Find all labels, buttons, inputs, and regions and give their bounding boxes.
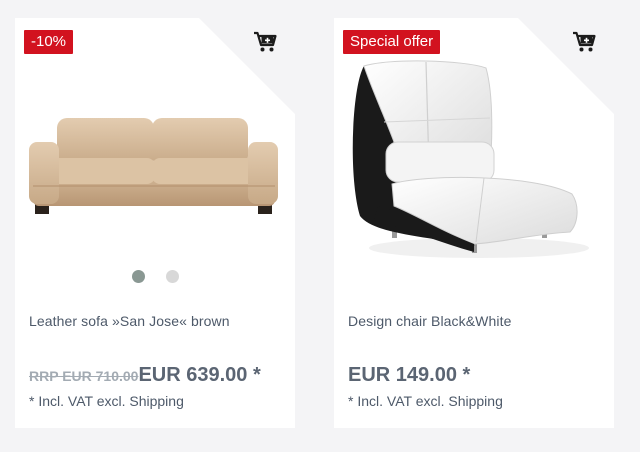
vat-note: * Incl. VAT excl. Shipping [348,393,503,409]
slider-dot-1[interactable] [131,270,145,283]
vat-note: * Incl. VAT excl. Shipping [29,393,184,409]
rrp-price: RRP EUR 710.00 [29,368,139,384]
product-image[interactable] [15,56,295,266]
add-to-cart-icon[interactable] [572,31,596,53]
product-price: EUR 639.00 * [138,364,261,386]
image-slider-dots [15,270,295,283]
product-title[interactable]: Leather sofa »San Jose« brown [29,313,285,329]
price-row: EUR 149.00 * [348,364,614,387]
special-offer-badge: Special offer [343,30,441,54]
discount-badge: -10% [24,30,74,54]
slider-dot-2[interactable] [165,270,179,283]
add-to-cart-icon[interactable] [253,31,277,53]
product-price: EUR 149.00 * [348,364,471,386]
price-row: RRP EUR 710.00 EUR 639.00 * [29,364,295,387]
product-card[interactable]: Special offer Design chair Black&White E… [334,18,614,428]
product-card[interactable]: -10% Leather sofa »San Jose« brown RRP E… [15,18,295,428]
product-title[interactable]: Design chair Black&White [348,313,604,329]
product-image[interactable] [334,56,614,266]
